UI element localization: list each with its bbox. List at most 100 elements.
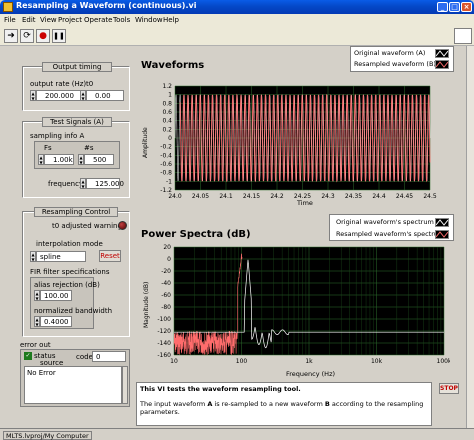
waveforms-graph[interactable]: 1.210.80.60.40.20-0.2-0.4-0.6-0.8-1-1.22… — [150, 78, 440, 198]
menu-view[interactable]: View — [40, 16, 57, 24]
code-value: 0 — [92, 351, 126, 362]
spectra-ylabel: Magnitude (dB) — [143, 281, 150, 328]
menu-file[interactable]: File — [4, 16, 16, 24]
run-continuously-icon[interactable]: ⟳ — [20, 29, 34, 43]
legend-original-swatch[interactable] — [435, 49, 449, 58]
menu-operate[interactable]: Operate — [84, 16, 112, 24]
description-text-1: The input waveform — [140, 400, 208, 408]
waveforms-x-tick: 24.35 — [345, 193, 362, 198]
resampling-control-title: Resampling Control — [34, 207, 118, 217]
waveforms-y-tick: -0.6 — [160, 161, 172, 168]
waveforms-y-tick: -1 — [166, 178, 172, 185]
waveforms-y-tick: 0.4 — [162, 118, 172, 125]
spectra-graph[interactable]: 20 0 -20 -40 -60 -80 -100 -120 -140 -16010 100 1k 10… — [150, 243, 450, 370]
title-bar: Resampling a Waveform (continuous).vi _ … — [0, 0, 474, 14]
window-title: Resampling a Waveform (continuous).vi — [16, 1, 197, 10]
t0-warning-led — [118, 221, 127, 230]
menu-project[interactable]: Project — [58, 16, 82, 24]
spectra-x-axis-title: Frequency (Hz) — [286, 370, 335, 378]
spectra-y-axis-title: Magnitude (dB) — [143, 282, 150, 328]
waveforms-x-tick: 24.05 — [192, 193, 209, 198]
waveforms-x-tick: 24.3 — [321, 193, 335, 198]
maximize-button[interactable]: □ — [449, 2, 460, 12]
waveforms-x-tick: 24.4 — [372, 193, 386, 198]
spectra-y-tick: -140 — [157, 340, 171, 347]
spectra-y-tick: -80 — [161, 304, 171, 311]
error-out-label: error out — [20, 341, 51, 349]
vi-icon — [3, 2, 13, 12]
waveforms-x-tick: 24.1 — [219, 193, 233, 198]
waveforms-x-tick: 24.45 — [396, 193, 413, 198]
t0-warning-label: t0 adjusted warning — [52, 222, 122, 230]
spectra-y-tick: -60 — [161, 292, 171, 299]
description-heading: This VI tests the waveform resampling to… — [140, 385, 301, 393]
toolbar: ➜ ⟳ ● ❚❚ — [0, 26, 474, 46]
output-timing-title: Output timing — [42, 62, 112, 72]
menu-edit[interactable]: Edit — [22, 16, 36, 24]
description-box: This VI tests the waveform resampling to… — [136, 382, 432, 426]
frequency-input[interactable]: 125.000 — [86, 178, 124, 189]
spectra-x-tick: 1k — [305, 358, 313, 365]
code-label: code — [76, 353, 93, 361]
menu-help[interactable]: Help — [163, 16, 179, 24]
menu-window[interactable]: Window — [135, 16, 163, 24]
waveforms-y-tick: 0 — [168, 135, 172, 142]
waveforms-y-tick: 1 — [168, 92, 172, 99]
interpolation-mode-select[interactable]: spline — [36, 251, 86, 262]
pause-icon[interactable]: ❚❚ — [52, 29, 66, 43]
waveforms-legend: Original waveform (A) Resampled waveform… — [350, 46, 454, 72]
menu-tools[interactable]: Tools — [113, 16, 130, 24]
spectra-xlabel: Frequency (Hz) — [286, 370, 336, 378]
waveforms-x-tick: 24.2 — [270, 193, 284, 198]
source-text: No Error — [27, 369, 56, 377]
waveforms-y-axis-title: Amplitude — [142, 127, 149, 158]
source-scrollbar[interactable] — [122, 366, 128, 404]
legend-original-spectrum-swatch[interactable] — [435, 218, 449, 227]
legend-resampled-spectrum-swatch[interactable] — [435, 230, 449, 239]
stop-label: STOP — [440, 385, 458, 392]
vi-connector-icon — [454, 28, 472, 44]
fs-label: Fs — [44, 144, 52, 152]
normalized-bandwidth-input[interactable]: 0.4000 — [40, 316, 72, 327]
waveforms-y-tick: -0.2 — [160, 144, 172, 151]
minimize-button[interactable]: _ — [437, 2, 448, 12]
spectra-y-tick: 0 — [167, 256, 171, 263]
waveforms-ylabel: Amplitude — [142, 127, 149, 158]
output-timing-group — [22, 66, 130, 111]
reset-button[interactable]: Reset — [99, 250, 121, 262]
ns-input[interactable]: 500 — [84, 154, 114, 165]
close-button[interactable]: × — [461, 2, 472, 12]
waveforms-y-tick: 1.2 — [162, 83, 172, 90]
fir-spec-label: FIR filter specifications — [30, 268, 110, 276]
waveforms-y-tick: 0.8 — [162, 100, 172, 107]
alias-rejection-input[interactable]: 100.00 — [40, 290, 72, 301]
waveforms-y-tick: 0.6 — [162, 109, 172, 116]
normalized-bandwidth-label: normalized bandwidth — [34, 307, 113, 315]
waveforms-y-tick: -0.4 — [160, 152, 172, 159]
abort-icon[interactable]: ● — [36, 29, 50, 43]
fs-input[interactable]: 1.00k — [44, 154, 74, 165]
waveforms-y-tick: 0.2 — [162, 126, 172, 133]
waveforms-x-tick: 24.15 — [243, 193, 260, 198]
spectra-title: Power Spectra (dB) — [141, 229, 251, 240]
legend-resampled-label: Resampled waveform (B) — [354, 60, 436, 68]
stop-button[interactable]: STOP — [439, 383, 459, 394]
spectra-x-tick: 10k — [371, 358, 383, 365]
spectra-x-tick: 10 — [170, 358, 178, 365]
waveforms-x-axis-title: Time — [297, 199, 313, 207]
status-bar-text: MLTS.lvproj/My Computer — [3, 431, 92, 440]
vertical-scrollbar[interactable] — [466, 46, 474, 428]
description-body: The input waveform A is re-sampled to a … — [140, 400, 428, 416]
output-rate-input[interactable]: 200.000 — [36, 90, 82, 101]
ns-label: #s — [84, 144, 94, 152]
status-bar: MLTS.lvproj/My Computer — [0, 428, 474, 440]
t0-input[interactable]: 0.00 — [86, 90, 124, 101]
output-rate-label: output rate (Hz) — [30, 80, 87, 88]
legend-original-spectrum-label: Original waveform's spectrum — [336, 218, 434, 226]
waveforms-xlabel: Time — [297, 199, 313, 207]
run-arrow-icon[interactable]: ➜ — [4, 29, 18, 43]
waveforms-x-tick: 24.0 — [168, 193, 182, 198]
waveforms-x-tick: 24.25 — [294, 193, 311, 198]
legend-resampled-swatch[interactable] — [435, 60, 449, 69]
sampling-info-label: sampling info A — [30, 132, 85, 140]
